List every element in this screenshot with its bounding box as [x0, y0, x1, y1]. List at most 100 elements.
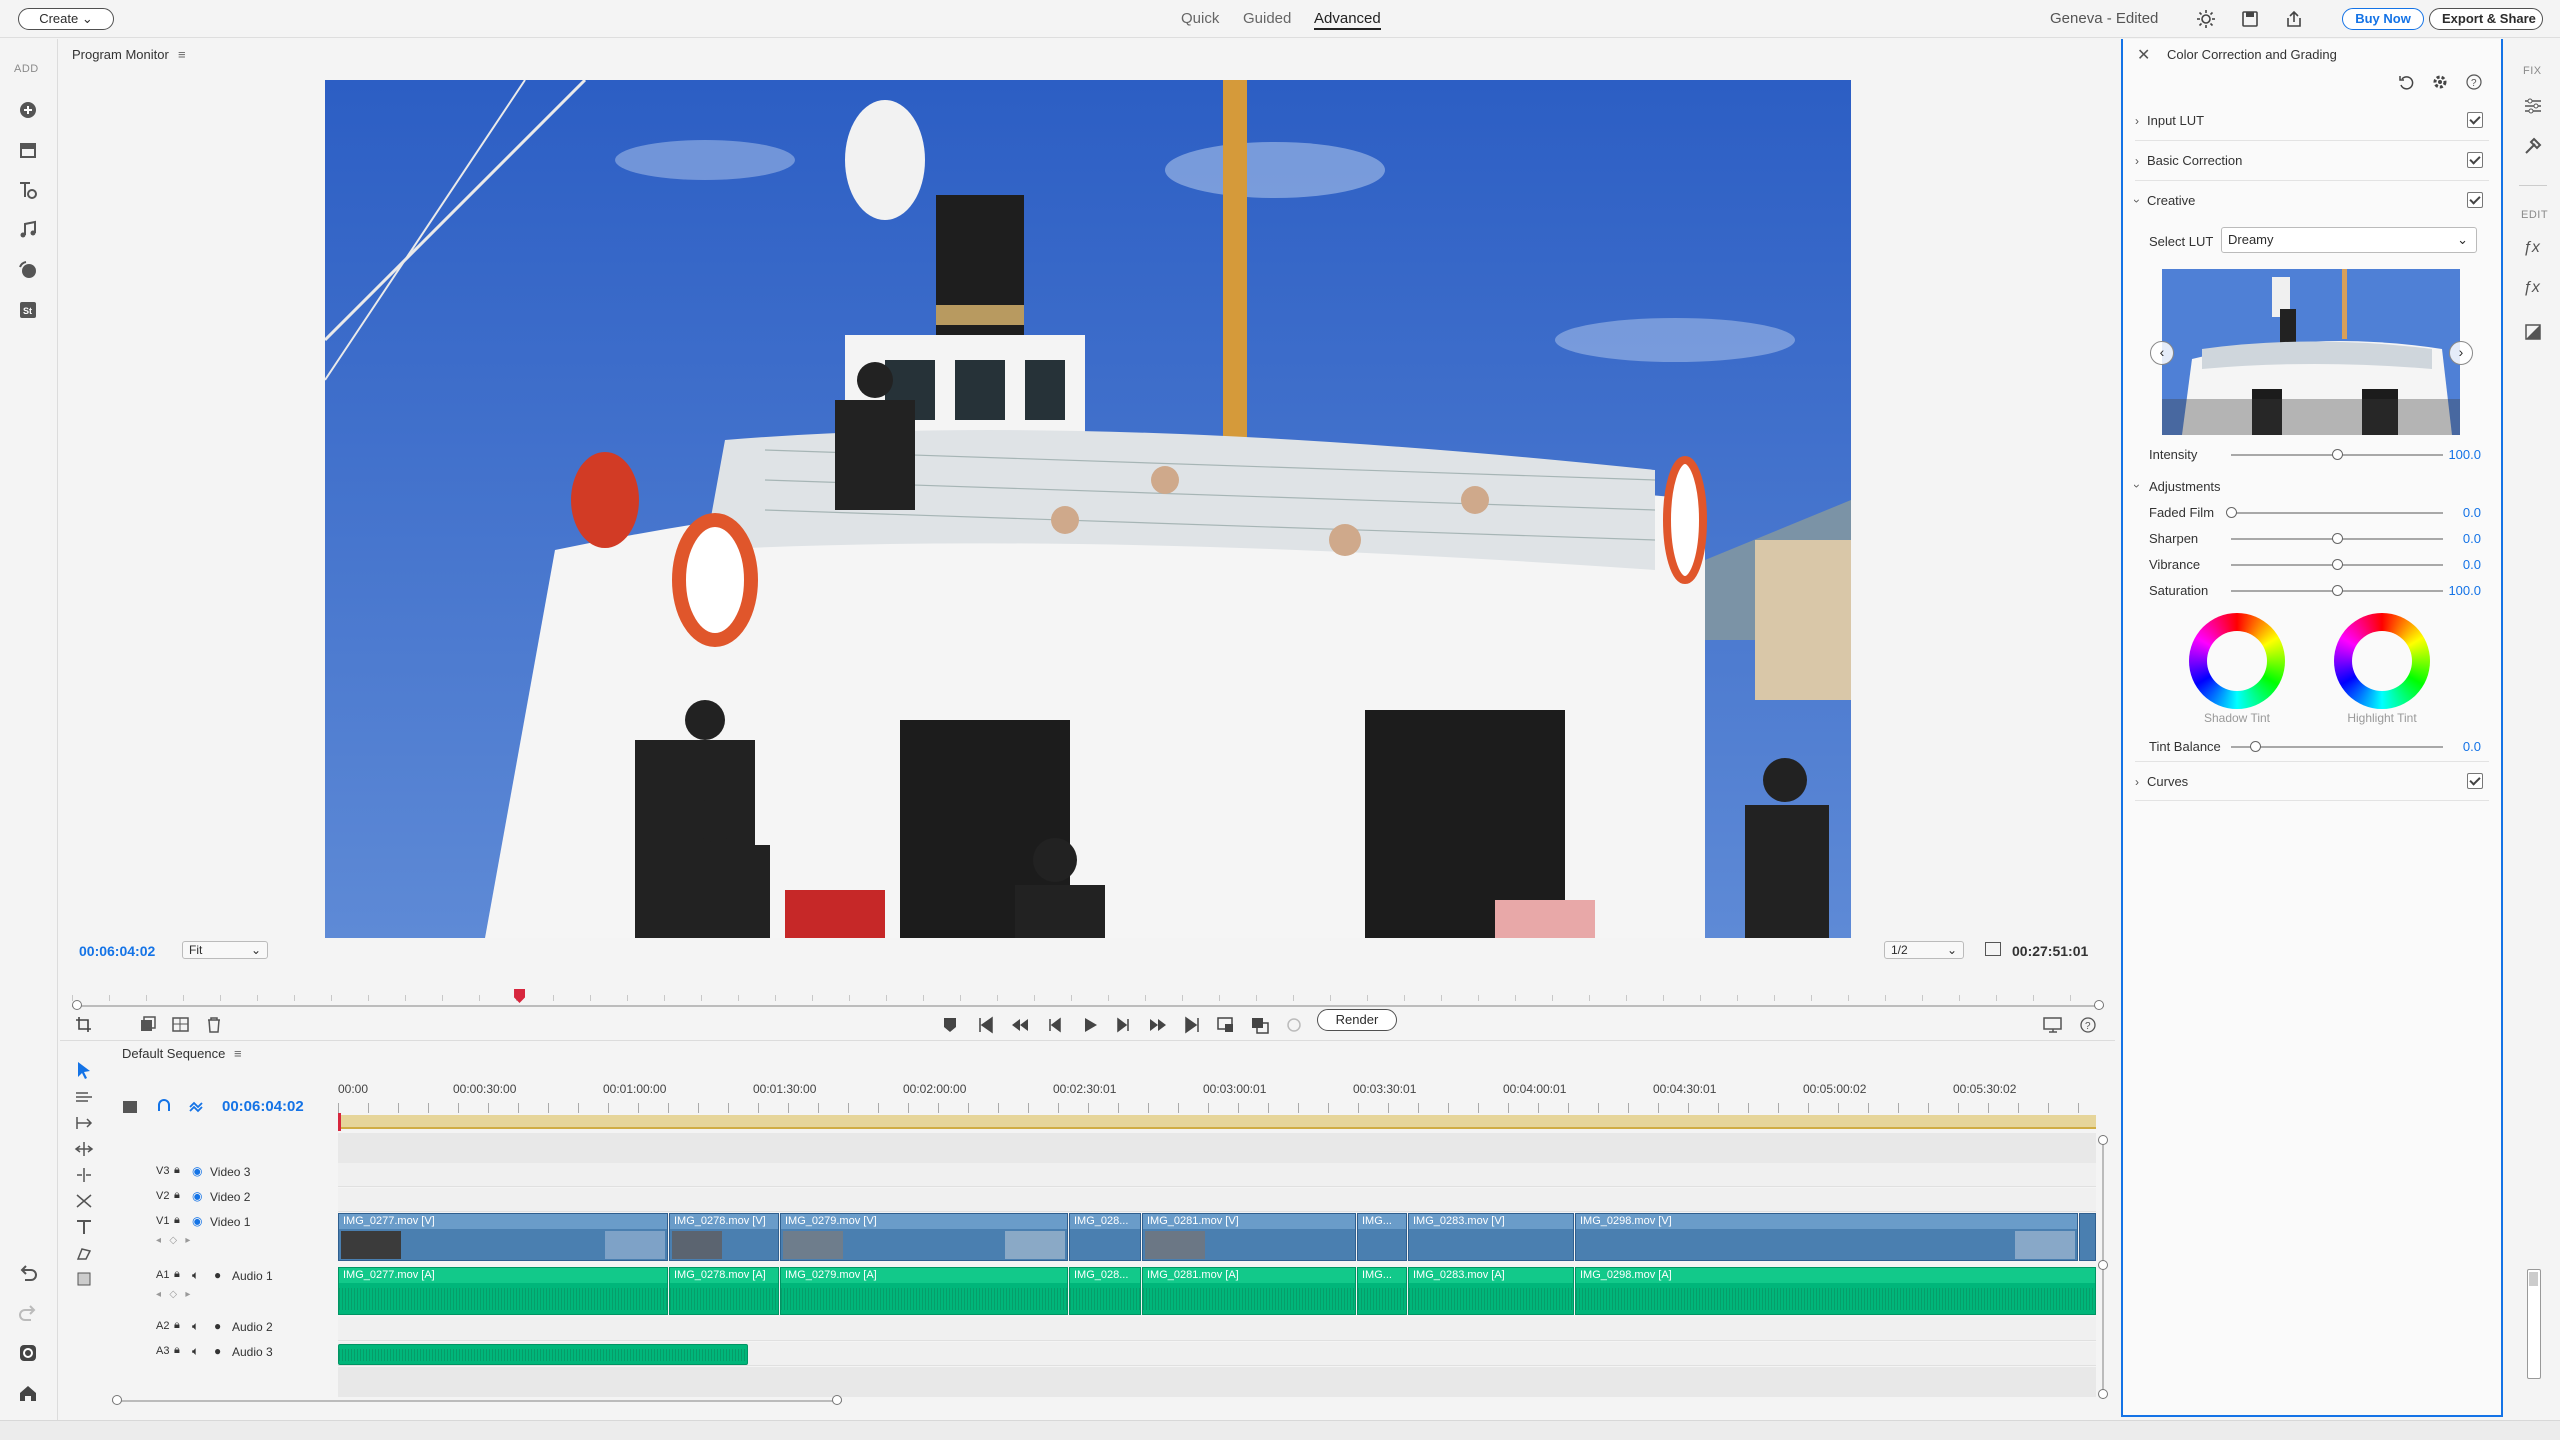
visibility-eye-icon[interactable]: ◉	[192, 1214, 202, 1228]
slider-value[interactable]: 100.0	[2448, 583, 2481, 598]
tab-quick[interactable]: Quick	[1181, 10, 1219, 27]
visibility-eye-icon[interactable]: ◉	[192, 1189, 202, 1203]
microphone-icon[interactable]: ●	[214, 1344, 221, 1358]
highlight-tint-wheel[interactable]	[2334, 613, 2430, 709]
audio-clip[interactable]: IMG_0278.mov [A]	[669, 1267, 779, 1315]
linked-selection-icon[interactable]	[186, 1097, 206, 1117]
video-clip[interactable]: IMG_0283.mov [V]	[1408, 1213, 1574, 1261]
shadow-tint-wheel[interactable]	[2189, 613, 2285, 709]
slip-tool-icon[interactable]	[72, 1189, 96, 1213]
lock-icon[interactable]: 🔒︎	[174, 1189, 180, 1202]
next-lut-button[interactable]: ›	[2449, 341, 2473, 365]
panel-menu-icon[interactable]: ≡	[234, 1046, 242, 1061]
slider-value[interactable]: 0.0	[2463, 531, 2481, 546]
lut-preview-image[interactable]	[2162, 269, 2460, 435]
basic-correction-checkbox[interactable]	[2467, 152, 2483, 168]
snap-icon[interactable]	[154, 1097, 174, 1117]
text-tool-icon[interactable]	[72, 1215, 96, 1239]
slider-value[interactable]: 0.0	[2463, 505, 2481, 520]
section-basic-correction[interactable]: › Basic Correction	[2135, 141, 2489, 181]
audio-clip[interactable]: IMG_0283.mov [A]	[1408, 1267, 1574, 1315]
export-share-button[interactable]: Export & Share	[2429, 8, 2543, 30]
creative-checkbox[interactable]	[2467, 192, 2483, 208]
go-to-end-icon[interactable]	[1182, 1015, 1202, 1035]
audio-clip[interactable]: IMG_0298.mov [A]	[1575, 1267, 2096, 1315]
ripple-edit-tool-icon[interactable]	[72, 1111, 96, 1135]
select-lut-dropdown[interactable]: Dreamy ⌄	[2221, 227, 2477, 253]
monitor-display-icon[interactable]	[2042, 1015, 2064, 1035]
curves-checkbox[interactable]	[2467, 773, 2483, 789]
tint-balance-slider-track[interactable]	[2231, 746, 2443, 748]
slider-thumb[interactable]	[2226, 507, 2237, 518]
track-select-tool-icon[interactable]	[72, 1085, 96, 1109]
play-icon[interactable]	[1080, 1015, 1100, 1035]
undo-icon[interactable]	[17, 1262, 39, 1284]
tint-balance-value[interactable]: 0.0	[2463, 739, 2481, 754]
panel-menu-icon[interactable]: ≡	[178, 47, 186, 62]
tools-icon[interactable]	[2522, 135, 2544, 157]
effects-fx-icon[interactable]: ƒx	[2523, 239, 2540, 257]
save-icon[interactable]	[2240, 9, 2260, 29]
video-clip[interactable]: IMG...	[1357, 1213, 1407, 1261]
home-icon[interactable]	[17, 1382, 39, 1404]
lock-icon[interactable]: 🔒︎	[174, 1164, 180, 1177]
slider-thumb[interactable]	[2332, 559, 2343, 570]
intensity-value[interactable]: 100.0	[2448, 447, 2481, 462]
scrollbar-handle[interactable]	[2098, 1135, 2108, 1145]
track-lane-a2[interactable]	[338, 1317, 2096, 1341]
razor-tool-icon[interactable]	[72, 1163, 96, 1187]
microphone-icon[interactable]: ●	[214, 1268, 221, 1282]
lock-icon[interactable]: 🔒︎	[174, 1214, 180, 1227]
tab-advanced[interactable]: Advanced	[1314, 10, 1381, 30]
previous-lut-button[interactable]: ‹	[2150, 341, 2174, 365]
microphone-icon[interactable]: ●	[214, 1319, 221, 1333]
audio-clip[interactable]: IMG_028...	[1069, 1267, 1141, 1315]
brightness-icon[interactable]	[2196, 9, 2216, 29]
scrollbar-handle[interactable]	[2098, 1260, 2108, 1270]
stock-icon[interactable]: St	[17, 299, 39, 321]
copy-frame-icon[interactable]	[138, 1015, 158, 1035]
step-forward-icon[interactable]	[1114, 1015, 1134, 1035]
overlay-icon[interactable]	[1250, 1015, 1270, 1035]
next-edit-icon[interactable]	[1148, 1015, 1168, 1035]
insert-icon[interactable]	[1216, 1015, 1236, 1035]
reset-icon[interactable]	[2397, 73, 2415, 91]
section-input-lut[interactable]: › Input LUT	[2135, 101, 2489, 141]
lock-icon[interactable]: 🔒︎	[174, 1344, 180, 1357]
slider-track[interactable]	[2231, 512, 2443, 514]
fit-select[interactable]: Fit ⌄	[182, 941, 268, 959]
speaker-icon[interactable]: 🔈︎	[192, 1319, 199, 1334]
buy-now-button[interactable]: Buy Now	[2342, 8, 2424, 30]
color-icon[interactable]	[2522, 321, 2544, 343]
video-clip[interactable]: IMG_028...	[1069, 1213, 1141, 1261]
transitions-icon[interactable]	[17, 259, 39, 281]
slider-thumb[interactable]	[2332, 533, 2343, 544]
add-media-icon[interactable]	[17, 99, 39, 121]
audio-clip[interactable]: IMG_0281.mov [A]	[1142, 1267, 1356, 1315]
video-clip[interactable]: IMG_0281.mov [V]	[1142, 1213, 1356, 1261]
adjust-sliders-icon[interactable]	[2522, 95, 2544, 117]
close-icon[interactable]: ✕	[2137, 45, 2150, 65]
work-area-bar[interactable]	[338, 1115, 2096, 1129]
lock-icon[interactable]: 🔒︎	[174, 1268, 180, 1281]
visibility-eye-icon[interactable]: ◉	[192, 1164, 202, 1178]
selection-tool-icon[interactable]	[72, 1059, 96, 1083]
render-button[interactable]: Render	[1317, 1009, 1397, 1031]
hand-tool-icon[interactable]	[72, 1267, 96, 1291]
applied-effects-icon[interactable]: ƒx	[2523, 279, 2540, 297]
resolution-select[interactable]: 1/2 ⌄	[1884, 941, 1964, 959]
intensity-slider-thumb[interactable]	[2332, 449, 2343, 460]
rolling-edit-tool-icon[interactable]	[72, 1137, 96, 1161]
slider-value[interactable]: 0.0	[2463, 557, 2481, 572]
redo-icon[interactable]	[17, 1302, 39, 1324]
zoom-slider-thumb[interactable]	[2529, 1272, 2538, 1286]
timeline-playhead[interactable]	[338, 1113, 341, 1131]
grid-icon[interactable]	[171, 1015, 191, 1035]
pen-tool-icon[interactable]	[72, 1241, 96, 1265]
scrollbar-handle[interactable]	[832, 1395, 842, 1405]
video-clip[interactable]: IMG_0279.mov [V]	[780, 1213, 1068, 1261]
video-clip-end[interactable]	[2079, 1213, 2096, 1261]
chevron-down-icon[interactable]: ›	[2130, 484, 2144, 488]
help-icon[interactable]: ?	[2078, 1015, 2098, 1035]
scrollbar-handle[interactable]	[112, 1395, 122, 1405]
